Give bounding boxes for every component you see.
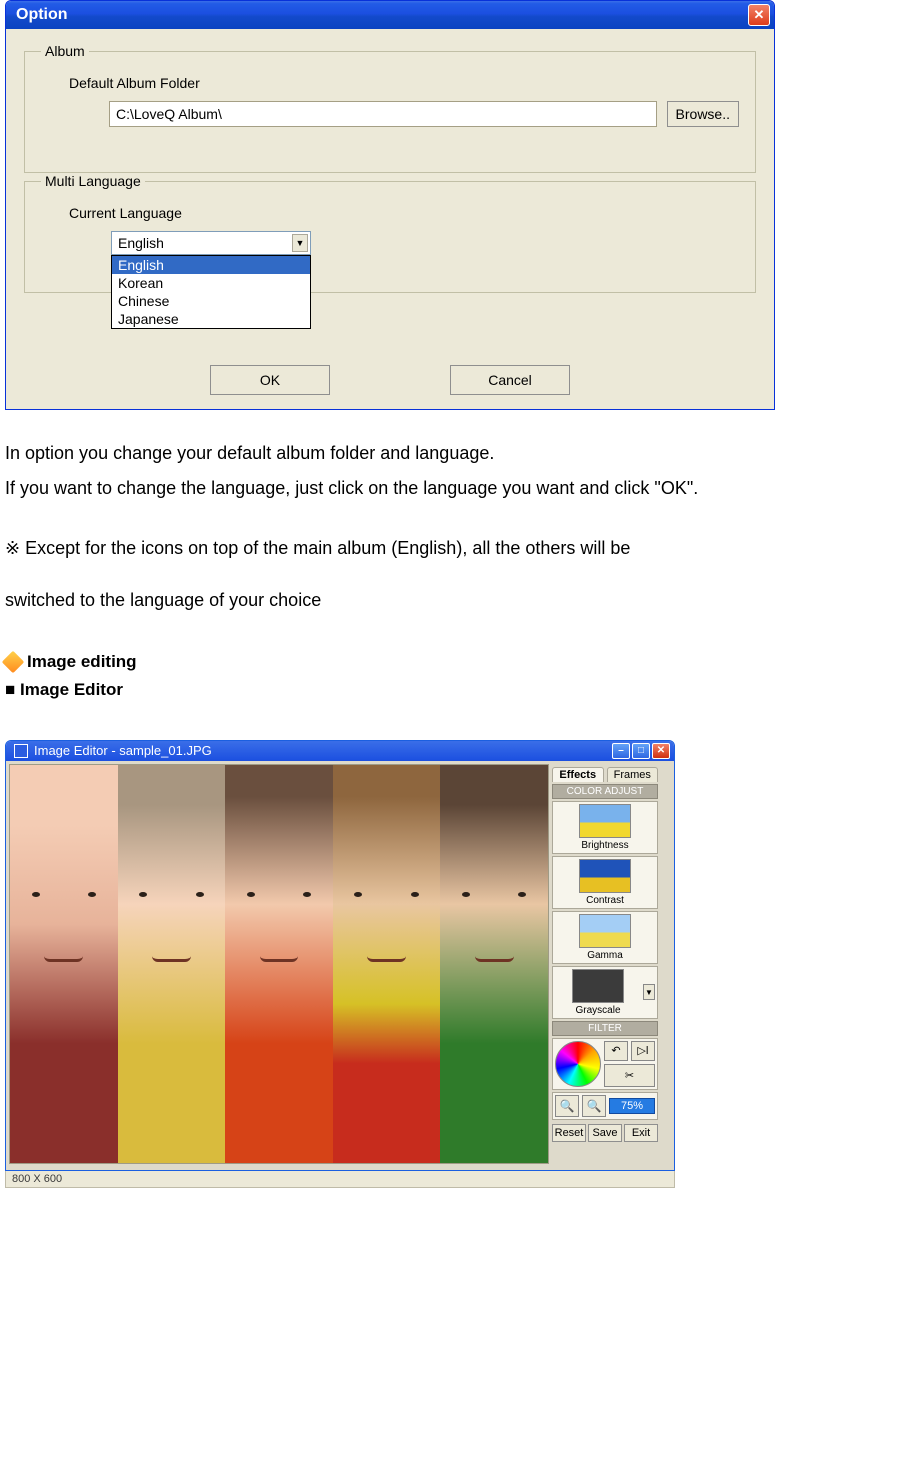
section-image-editing: Image editing xyxy=(5,652,895,672)
close-icon[interactable]: ✕ xyxy=(652,743,670,759)
effect-brightness-label: Brightness xyxy=(581,840,628,851)
zoom-value[interactable]: 75% xyxy=(609,1098,655,1114)
zoom-out-icon[interactable]: 🔍 xyxy=(555,1095,579,1117)
chevron-down-icon[interactable]: ▼ xyxy=(643,984,655,1000)
app-icon xyxy=(14,744,28,758)
panel-color-adjust: COLOR ADJUST xyxy=(552,784,658,799)
brightness-icon xyxy=(579,804,631,838)
image-editor-window: Image Editor - sample_01.JPG – □ ✕ xyxy=(5,740,675,1171)
default-folder-label: Default Album Folder xyxy=(69,75,739,91)
description-text: In option you change your default album … xyxy=(5,438,895,503)
diamond-icon xyxy=(2,650,25,673)
panel-filter: FILTER xyxy=(552,1021,658,1036)
chevron-down-icon[interactable]: ▼ xyxy=(292,234,308,252)
image-canvas[interactable] xyxy=(9,764,549,1164)
browse-button[interactable]: Browse.. xyxy=(667,101,739,127)
effect-gamma[interactable]: Gamma xyxy=(552,911,658,964)
language-option-japanese[interactable]: Japanese xyxy=(112,310,310,328)
exit-button[interactable]: Exit xyxy=(624,1124,658,1142)
effect-gamma-label: Gamma xyxy=(587,950,623,961)
undo-icon[interactable]: ↶ xyxy=(604,1041,628,1061)
cancel-button[interactable]: Cancel xyxy=(450,365,570,395)
status-bar: 800 X 600 xyxy=(5,1171,675,1188)
ok-button[interactable]: OK xyxy=(210,365,330,395)
note-line-2: switched to the language of your choice xyxy=(5,583,895,617)
album-legend: Album xyxy=(41,43,89,59)
language-option-chinese[interactable]: Chinese xyxy=(112,292,310,310)
effect-contrast[interactable]: Contrast xyxy=(552,856,658,909)
sample-image xyxy=(10,765,548,1163)
option-dialog: Option ✕ Album Default Album Folder Brow… xyxy=(5,0,775,410)
effect-contrast-label: Contrast xyxy=(586,895,624,906)
cut-icon[interactable]: ✂ xyxy=(604,1064,655,1087)
tab-frames[interactable]: Frames xyxy=(607,767,659,782)
option-title: Option xyxy=(16,6,68,24)
effect-grayscale[interactable]: Grayscale ▼ xyxy=(552,966,658,1019)
effect-grayscale-label: Grayscale xyxy=(575,1005,620,1016)
gamma-icon xyxy=(579,914,631,948)
album-fieldset: Album Default Album Folder Browse.. xyxy=(24,43,756,173)
language-option-korean[interactable]: Korean xyxy=(112,274,310,292)
option-titlebar[interactable]: Option ✕ xyxy=(6,1,774,29)
zoom-in-icon[interactable]: 🔍 xyxy=(582,1095,606,1117)
reset-button[interactable]: Reset xyxy=(552,1124,586,1142)
image-editor-titlebar[interactable]: Image Editor - sample_01.JPG – □ ✕ xyxy=(6,741,674,761)
close-icon[interactable]: ✕ xyxy=(748,4,770,26)
multi-language-legend: Multi Language xyxy=(41,173,145,189)
multi-language-fieldset: Multi Language Current Language English … xyxy=(24,173,756,293)
language-combo-value: English xyxy=(118,235,164,251)
note-text: ※ Except for the icons on top of the mai… xyxy=(5,531,895,617)
image-editor-title: Image Editor - sample_01.JPG xyxy=(34,743,212,758)
desc-line-2: If you want to change the language, just… xyxy=(5,473,895,504)
color-wheel-icon[interactable] xyxy=(555,1041,601,1087)
section-title: Image editing xyxy=(27,652,137,672)
grayscale-icon xyxy=(572,969,624,1003)
album-path-input[interactable] xyxy=(109,101,657,127)
language-combobox[interactable]: English ▼ xyxy=(111,231,311,255)
current-language-label: Current Language xyxy=(69,205,739,221)
subsection-image-editor: ■ Image Editor xyxy=(5,680,895,700)
desc-line-1: In option you change your default album … xyxy=(5,438,895,469)
effect-brightness[interactable]: Brightness xyxy=(552,801,658,854)
save-button[interactable]: Save xyxy=(588,1124,622,1142)
editor-sidebar: Effects Frames COLOR ADJUST Brightness C… xyxy=(549,764,661,1164)
language-option-english[interactable]: English xyxy=(112,256,310,274)
note-line-1: ※ Except for the icons on top of the mai… xyxy=(5,531,895,565)
tab-effects[interactable]: Effects xyxy=(552,767,604,782)
minimize-icon[interactable]: – xyxy=(612,743,630,759)
language-dropdown: English Korean Chinese Japanese xyxy=(111,255,311,329)
skip-icon[interactable]: ▷ǀ xyxy=(631,1041,655,1061)
contrast-icon xyxy=(579,859,631,893)
maximize-icon[interactable]: □ xyxy=(632,743,650,759)
